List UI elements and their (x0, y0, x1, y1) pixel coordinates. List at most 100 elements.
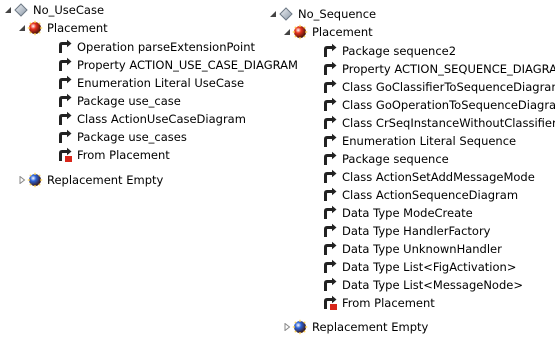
element-arrow-icon (322, 223, 338, 239)
tree-node-child[interactable]: From Placement (47, 146, 170, 164)
element-arrow-icon (322, 241, 338, 257)
tree-node-child[interactable]: Property ACTION_USE_CASE_DIAGRAM (47, 56, 298, 74)
tree-node-placement[interactable]: Placement (282, 23, 373, 41)
element-arrow-icon (322, 79, 338, 95)
element-arrow-icon (322, 115, 338, 131)
tree-node-label: Class GoClassifierToSequenceDiagram (342, 80, 555, 94)
element-arrow-icon (57, 75, 73, 91)
tree-node-label: Class ActionSetAddMessageMode (342, 170, 535, 184)
tree-node-label: Class GoOperationToSequenceDiagram (342, 98, 555, 112)
from-placement-icon (57, 147, 73, 163)
tree-node-label: No_Sequence (298, 7, 377, 21)
tree-node-label: Package use_case (77, 94, 181, 108)
tree-node-label: Data Type UnknownHandler (342, 242, 502, 256)
element-arrow-icon (322, 61, 338, 77)
tree-node-label: Class ActionUseCaseDiagram (77, 112, 246, 126)
diamond-node-icon (278, 6, 294, 22)
tree-node-placement[interactable]: Placement (17, 19, 108, 37)
element-arrow-icon (322, 187, 338, 203)
tree-node-child[interactable]: Class ActionSetAddMessageMode (312, 168, 535, 186)
twisty-collapsed-icon[interactable] (282, 318, 292, 336)
element-arrow-icon (322, 43, 338, 59)
element-arrow-icon (322, 205, 338, 221)
twisty-expanded-icon[interactable] (3, 1, 13, 19)
tree-node-child[interactable]: Package sequence (312, 150, 449, 168)
tree-node-root[interactable]: No_UseCase (3, 1, 104, 19)
diamond-node-icon (13, 2, 29, 18)
tree-node-child[interactable]: Data Type UnknownHandler (312, 240, 502, 258)
tree-node-root[interactable]: No_Sequence (268, 5, 376, 23)
tree-node-child[interactable]: Data Type List<MessageNode> (312, 276, 523, 294)
tree-node-label: Replacement Empty (312, 320, 429, 334)
tree-node-child[interactable]: Class GoOperationToSequenceDiagram (312, 96, 555, 114)
tree-node-child[interactable]: Data Type List<FigActivation> (312, 258, 516, 276)
tree-node-label: From Placement (77, 148, 170, 162)
element-arrow-icon (57, 129, 73, 145)
tree-node-label: Placement (312, 25, 373, 39)
tree-node-label: Property ACTION_USE_CASE_DIAGRAM (77, 58, 298, 72)
replacement-ball-icon (27, 172, 43, 188)
tree-node-label: Operation parseExtensionPoint (77, 40, 256, 54)
tree-node-child[interactable]: Package sequence2 (312, 42, 456, 60)
tree-node-child[interactable]: Property ACTION_SEQUENCE_DIAGRAM (312, 60, 555, 78)
tree-node-label: Data Type List<FigActivation> (342, 260, 517, 274)
from-placement-icon (322, 295, 338, 311)
tree-node-label: Package sequence (342, 152, 449, 166)
tree-node-child[interactable]: Data Type ModeCreate (312, 204, 473, 222)
tree-node-child[interactable]: Class GoClassifierToSequenceDiagram (312, 78, 555, 96)
tree-node-label: Data Type ModeCreate (342, 206, 473, 220)
tree-node-child[interactable]: Package use_cases (47, 128, 187, 146)
element-arrow-icon (322, 133, 338, 149)
tree-node-label: Property ACTION_SEQUENCE_DIAGRAM (342, 62, 555, 76)
tree-node-replacement[interactable]: Replacement Empty (17, 171, 163, 189)
element-arrow-icon (57, 93, 73, 109)
tree-node-label: Package sequence2 (342, 44, 457, 58)
element-arrow-icon (322, 151, 338, 167)
tree-node-child[interactable]: Class CrSeqInstanceWithoutClassifier (312, 114, 555, 132)
tree-node-child[interactable]: Class ActionSequenceDiagram (312, 186, 518, 204)
placement-ball-icon (27, 20, 43, 36)
tree-node-child[interactable]: Package use_case (47, 92, 181, 110)
tree-node-label: Class ActionSequenceDiagram (342, 188, 519, 202)
tree-node-child[interactable]: Data Type HandlerFactory (312, 222, 490, 240)
tree-node-label: Package use_cases (77, 130, 187, 144)
tree-node-label: Enumeration Literal UseCase (77, 76, 245, 90)
tree-node-child[interactable]: Operation parseExtensionPoint (47, 38, 255, 56)
tree-node-label: No_UseCase (33, 3, 105, 17)
twisty-collapsed-icon[interactable] (17, 171, 27, 189)
twisty-expanded-icon[interactable] (282, 23, 292, 41)
twisty-expanded-icon[interactable] (268, 5, 278, 23)
tree-node-replacement[interactable]: Replacement Empty (282, 318, 428, 336)
tree-node-label: Class CrSeqInstanceWithoutClassifier (342, 116, 555, 130)
replacement-ball-icon (292, 319, 308, 335)
tree-node-child[interactable]: Enumeration Literal UseCase (47, 74, 244, 92)
tree-node-child[interactable]: From Placement (312, 294, 435, 312)
tree-node-child[interactable]: Class ActionUseCaseDiagram (47, 110, 246, 128)
tree-node-child[interactable]: Enumeration Literal Sequence (312, 132, 516, 150)
tree-node-label: Data Type HandlerFactory (342, 224, 491, 238)
twisty-expanded-icon[interactable] (17, 19, 27, 37)
tree-node-label: Placement (47, 21, 108, 35)
tree-node-label: Replacement Empty (47, 173, 164, 187)
element-arrow-icon (57, 111, 73, 127)
tree-node-label: Data Type List<MessageNode> (342, 278, 523, 292)
element-arrow-icon (322, 97, 338, 113)
